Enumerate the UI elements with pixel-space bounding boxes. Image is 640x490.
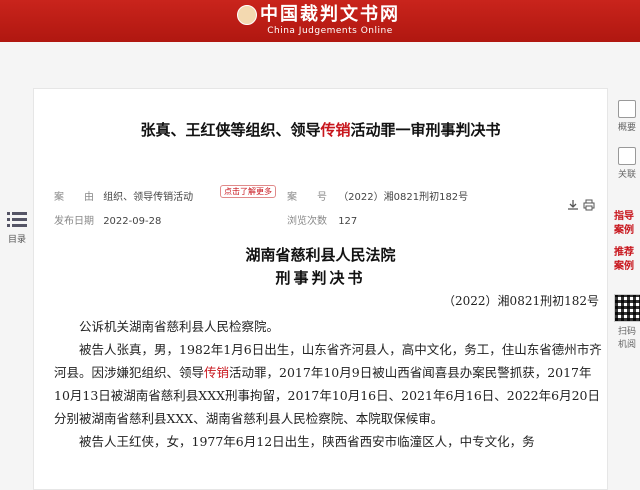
doc-actions [567, 199, 595, 211]
court-name: 湖南省慈利县人民法院 [245, 246, 396, 264]
related-button[interactable]: 关联 [614, 147, 640, 180]
right-sidebar: 概要 关联 指导 案例 推荐 案例 扫码 机阅 [614, 100, 640, 364]
pubdate-label: 发布日期 [54, 216, 94, 227]
views-label: 浏览次数 [287, 216, 327, 227]
document-type: 刑事判决书 [275, 269, 366, 287]
cause-value: 组织、领导传销活动 [103, 192, 194, 203]
title-text-2: 活动罪一审刑事判决书 [350, 121, 501, 139]
qr-code-icon [614, 294, 640, 322]
site-logo-subtitle: China Judgements Online [267, 26, 393, 36]
summary-icon [618, 100, 636, 118]
caseno-label: 案 号 [287, 192, 327, 203]
paragraph-defendant-2: 被告人王红侠，女，1977年6月12日出生，陕西省西安市临潼区人，中专文化，务 [79, 434, 535, 449]
meta-pubdate: 发布日期 2022-09-28 [54, 212, 161, 227]
summary-label: 概要 [617, 123, 636, 133]
recommend-label-1: 推荐 [614, 247, 634, 258]
title-highlight: 传销 [320, 121, 351, 139]
summary-button[interactable]: 概要 [614, 100, 640, 133]
guiding-cases-link[interactable]: 指导 案例 [614, 210, 640, 238]
recommend-label-2: 案例 [614, 261, 634, 272]
cause-label: 案 由 [54, 192, 94, 203]
meta-caseno: 案 号 （2022）湘0821刑初182号 [287, 188, 468, 203]
scan-label-1: 扫码 [617, 327, 636, 337]
caseno-value: （2022）湘0821刑初182号 [338, 192, 469, 203]
views-value: 127 [338, 216, 358, 227]
case-number: （2022）湘0821刑初182号 [443, 294, 599, 308]
document-body: 公诉机关湖南省慈利县人民检察院。 被告人张真，男，1982年1月6日出生，山东省… [54, 315, 602, 453]
title-text-1: 张真、王红侠等组织、领导 [140, 121, 321, 139]
recommended-cases-link[interactable]: 推荐 案例 [614, 246, 640, 274]
site-logo[interactable]: 中国裁判文书网 [260, 5, 400, 25]
scan-qr[interactable]: 扫码 机阅 [614, 294, 640, 350]
download-icon[interactable] [567, 199, 579, 211]
document-paper: 张真、王红侠等组织、领导传销活动罪一审刑事判决书 案 由 组织、领导传销活动 点… [33, 88, 608, 490]
guide-label-1: 指导 [614, 211, 634, 222]
guide-label-2: 案例 [614, 225, 634, 236]
meta-cause: 案 由 组织、领导传销活动 [54, 188, 193, 203]
document-title: 张真、王红侠等组织、领导传销活动罪一审刑事判决书 [34, 119, 607, 140]
related-icon [618, 147, 636, 165]
paragraph-defendant-1: 被告人张真，男，1982年1月6日出生，山东省齐河县人，高中文化，务工，住山东省… [54, 338, 602, 430]
toc-button[interactable]: 目录 [4, 210, 30, 245]
pubdate-value: 2022-09-28 [103, 216, 162, 227]
site-header: 中国裁判文书网 China Judgements Online [0, 0, 640, 42]
learn-more-tag[interactable]: 点击了解更多 [220, 185, 276, 198]
national-emblem-icon [237, 5, 257, 25]
toc-label: 目录 [7, 235, 26, 245]
p2-highlight: 传销 [204, 365, 230, 380]
scan-label-2: 机阅 [617, 340, 636, 350]
meta-views: 浏览次数 127 [287, 212, 357, 227]
related-label: 关联 [617, 170, 636, 180]
print-icon[interactable] [583, 199, 595, 211]
list-icon [7, 212, 27, 227]
paragraph-prosecutor: 公诉机关湖南省慈利县人民检察院。 [79, 319, 280, 334]
